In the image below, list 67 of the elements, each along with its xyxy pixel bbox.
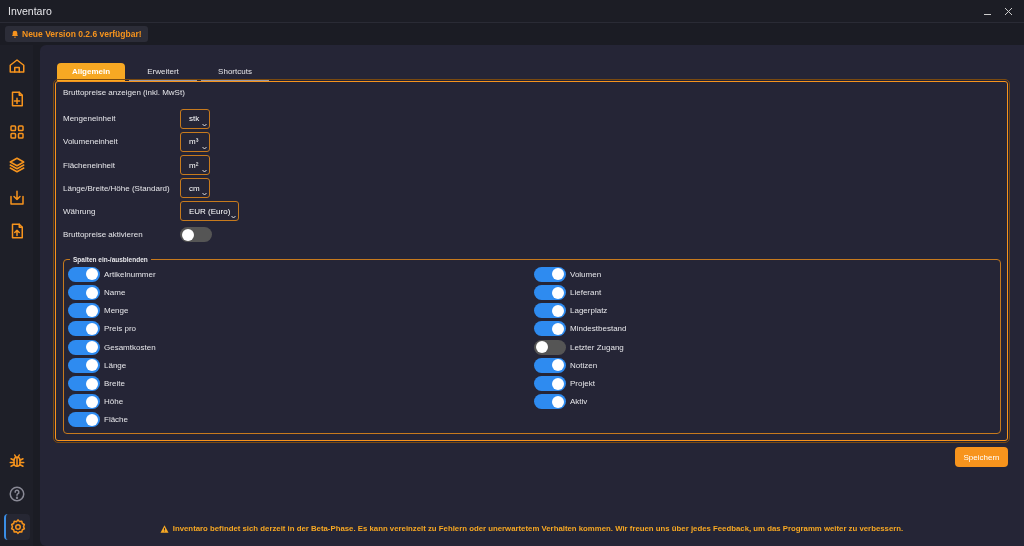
toggle-label: Volumen <box>570 269 602 279</box>
toggle-switch[interactable] <box>534 285 566 301</box>
toggle-switch[interactable] <box>68 321 100 337</box>
chevron-down-icon <box>202 192 207 197</box>
download-icon <box>7 189 26 207</box>
toggle-label: Menge <box>104 306 129 316</box>
setting-label: Mengeneinheit <box>63 114 117 124</box>
toggle-label: Breite <box>104 379 125 389</box>
tab[interactable]: Shortcuts <box>201 63 269 81</box>
settings-icon <box>8 518 27 536</box>
grid-icon <box>7 123 26 141</box>
toggle-switch[interactable] <box>68 412 100 428</box>
toggle-label: Letzter Zugang <box>570 342 624 352</box>
toggle-label: Fläche <box>104 415 128 425</box>
tab[interactable]: Erweitert <box>129 63 197 81</box>
toggle-label: Aktiv <box>570 397 588 407</box>
dropdown[interactable]: cm <box>180 178 210 199</box>
toggle-switch[interactable] <box>68 357 100 373</box>
bug-icon <box>7 452 26 470</box>
dropdown[interactable]: stk <box>180 108 210 129</box>
warning-icon <box>159 524 169 533</box>
chevron-down-icon <box>202 169 207 174</box>
layers-icon <box>7 156 26 174</box>
dropdown[interactable]: m² <box>180 155 210 176</box>
toggle-switch[interactable] <box>534 266 566 282</box>
toggle-label: Name <box>104 288 126 298</box>
toggle-label: Länge <box>104 360 127 370</box>
setting-label: Währung <box>63 207 97 216</box>
toggle-label: Gesamtkosten <box>104 342 156 352</box>
toggle-switch[interactable] <box>68 394 100 410</box>
dropdown[interactable]: EUR (Euro) <box>180 201 240 222</box>
toggle-label: Preis pro <box>104 324 136 334</box>
toggle-switch[interactable] <box>68 339 100 355</box>
toggle-switch[interactable] <box>534 303 566 319</box>
sidebar-item[interactable] <box>3 514 30 540</box>
section-heading: Bruttopreise anzeigen (inkl. MwSt) <box>63 88 186 97</box>
toggle-label: Mindestbestand <box>570 324 627 334</box>
setting-label: Bruttopreise aktivieren <box>63 230 144 240</box>
setting-label: Flächeneinheit <box>63 160 117 170</box>
toggle-label: Notizen <box>570 360 598 370</box>
toggle-switch[interactable] <box>534 339 566 355</box>
window-title: Inventaro <box>8 5 53 17</box>
toggle-switch[interactable] <box>180 227 212 243</box>
toggle-switch[interactable] <box>68 376 100 392</box>
dropdown[interactable]: m³ <box>180 131 210 152</box>
toggle-switch[interactable] <box>534 321 566 337</box>
help-icon <box>7 485 26 503</box>
home-icon <box>7 57 26 75</box>
toggle-switch[interactable] <box>68 285 100 301</box>
toggle-label: Projekt <box>570 379 595 389</box>
toggle-label: Lagerplatz <box>570 306 608 316</box>
toggle-switch[interactable] <box>68 266 100 282</box>
bell-icon <box>11 30 19 38</box>
toggle-switch[interactable] <box>68 303 100 319</box>
chevron-down-icon <box>202 145 207 150</box>
setting-label: Länge/Breite/Höhe (Standard) <box>63 183 171 193</box>
toggle-switch[interactable] <box>534 376 566 392</box>
toggle-label: Lieferant <box>570 288 602 298</box>
chevron-down-icon <box>202 122 207 127</box>
setting-label: Volumeneinheit <box>63 137 119 147</box>
toggle-switch[interactable] <box>534 394 566 410</box>
update-badge[interactable]: Neue Version 0.2.6 verfügbar! <box>5 26 148 42</box>
close-icon[interactable] <box>1005 7 1012 15</box>
chevron-down-icon <box>231 215 237 220</box>
toggle-label: Artikelnummer <box>104 269 156 279</box>
toggle-label: Höhe <box>104 397 124 407</box>
toggle-switch[interactable] <box>534 357 566 373</box>
